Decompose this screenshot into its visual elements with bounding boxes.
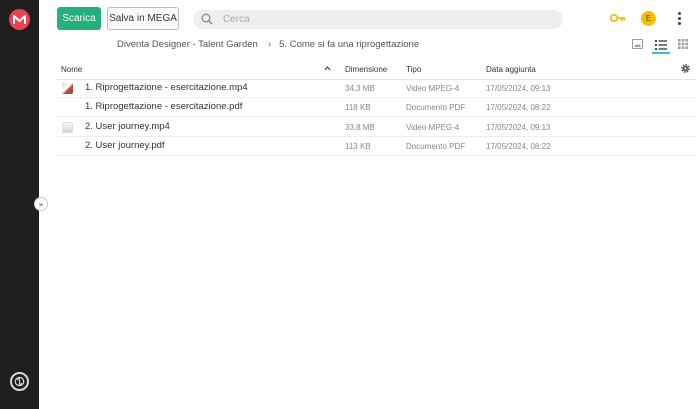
file-size: 118 KB [345, 103, 371, 112]
list-view-icon[interactable] [654, 38, 668, 52]
thumbnail-view-icon[interactable] [632, 39, 643, 49]
transfers-icon[interactable] [10, 372, 29, 391]
gear-icon[interactable] [680, 63, 691, 74]
mega-logo-icon[interactable] [9, 9, 30, 30]
table-row[interactable]: 2. User journey.pdf 113 KB Documento PDF… [57, 137, 697, 156]
save-in-mega-button[interactable]: Salva in MEGA [107, 7, 179, 30]
file-name: 1. Riprogettazione - esercitazione.mp4 [85, 82, 248, 93]
file-type: Documento PDF [406, 142, 466, 151]
file-name: 2. User journey.mp4 [85, 121, 170, 132]
file-size: 34,3 MB [345, 84, 375, 93]
file-type: Documento PDF [406, 103, 466, 112]
file-name: 1. Riprogettazione - esercitazione.pdf [85, 101, 243, 112]
file-type: Video MPEG-4 [406, 123, 460, 132]
column-header-date[interactable]: Data aggiunta [486, 65, 536, 74]
column-header-size[interactable]: Dimensione [345, 65, 387, 74]
breadcrumb-item-parent[interactable]: Diventa Designer - Talent Garden [117, 39, 258, 50]
file-date: 17/05/2024, 09:13 [486, 84, 551, 93]
breadcrumb: Diventa Designer - Talent Garden › 5. Co… [117, 39, 419, 50]
download-button[interactable]: Scarica [57, 7, 101, 30]
breadcrumb-separator: › [267, 39, 272, 50]
table-row[interactable]: 1. Riprogettazione - esercitazione.pdf 1… [57, 98, 697, 117]
breadcrumb-item-current: 5. Come si fa una riprogettazione [279, 39, 420, 50]
column-header-type[interactable]: Tipo [406, 65, 421, 74]
search-bar[interactable] [193, 10, 563, 29]
chevron-up-icon[interactable] [324, 65, 331, 72]
search-icon [201, 13, 213, 25]
avatar[interactable]: E [641, 11, 656, 26]
key-icon[interactable] [610, 12, 626, 24]
kebab-menu-icon[interactable] [676, 11, 682, 26]
file-date: 17/05/2024, 08:22 [486, 103, 551, 112]
active-view-indicator [652, 52, 670, 54]
video-thumbnail [62, 122, 73, 133]
file-size: 113 KB [345, 142, 371, 151]
file-size: 33,8 MB [345, 123, 375, 132]
grid-view-icon[interactable] [678, 39, 688, 49]
table-row[interactable]: 1. Riprogettazione - esercitazione.mp4 3… [57, 79, 697, 98]
video-thumbnail [62, 83, 73, 94]
double-chevron-right-icon[interactable]: » [34, 197, 48, 211]
file-date: 17/05/2024, 09:13 [486, 123, 551, 132]
table-header: Nome Dimensione Tipo Data aggiunta [57, 60, 697, 80]
search-input[interactable] [223, 12, 543, 27]
column-header-name[interactable]: Nome [61, 65, 82, 74]
file-date: 17/05/2024, 08:22 [486, 142, 551, 151]
file-name: 2. User journey.pdf [85, 140, 165, 151]
table-row[interactable]: 2. User journey.mp4 33,8 MB Video MPEG-4… [57, 118, 697, 137]
file-type: Video MPEG-4 [406, 84, 460, 93]
